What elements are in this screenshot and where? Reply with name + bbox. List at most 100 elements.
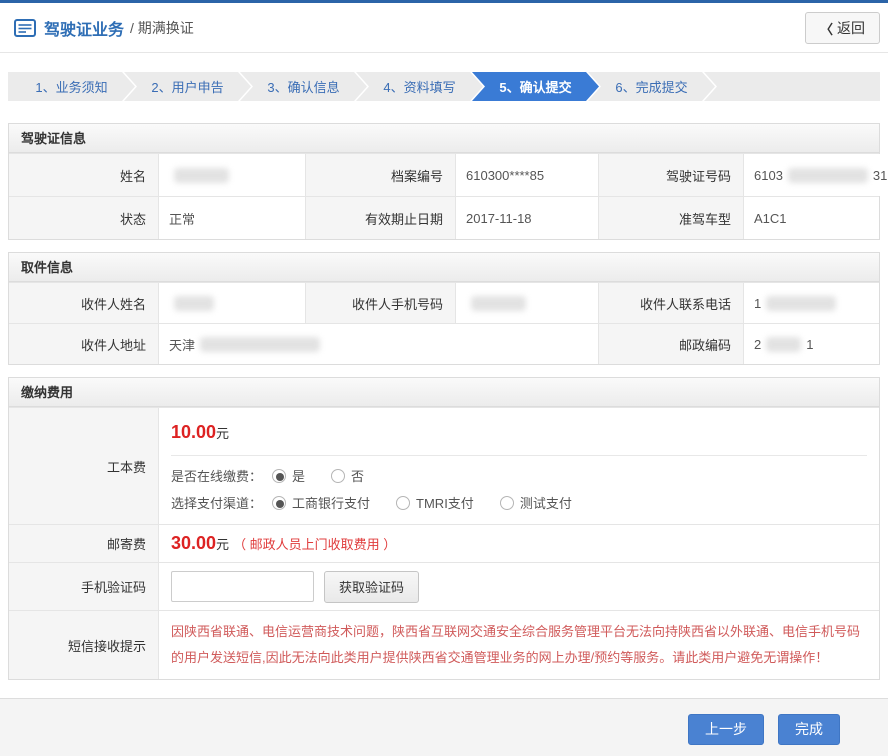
file-no-value: 610300****85 — [456, 154, 599, 196]
step-2-user-declaration[interactable]: 2、用户申告 — [124, 72, 251, 101]
license-no-value: 6103 3163X — [744, 154, 888, 196]
card-fee-row: 工本费 10.00元 是否在线缴费： 是 否 — [9, 407, 879, 524]
finish-button[interactable]: 完成 — [778, 714, 840, 745]
license-info-section: 驾驶证信息 姓名 档案编号 610300****85 驾驶证号码 6103 31… — [8, 123, 880, 240]
sms-code-cell: 获取验证码 — [159, 563, 879, 610]
page-title: 驾驶证业务 — [44, 16, 124, 40]
step-bar-filler — [704, 72, 880, 101]
license-info-row-1: 姓名 档案编号 610300****85 驾驶证号码 6103 3163X — [9, 153, 879, 196]
step-3-confirm-info[interactable]: 3、确认信息 — [240, 72, 367, 101]
page-header: 驾驶证业务 / 期满换证 〈 返回 — [0, 3, 888, 53]
status-value: 正常 — [159, 197, 306, 239]
license-info-row-2: 状态 正常 有效期止日期 2017-11-18 准驾车型 A1C1 — [9, 196, 879, 239]
recipient-phone-value: 1 — [744, 283, 879, 323]
sms-tip-text: 因陕西省联通、电信运营商技术问题，陕西省互联网交通安全综合服务管理平台无法向持陕… — [159, 611, 879, 679]
card-fee-unit: 元 — [216, 426, 229, 441]
license-no-suffix: 3163X — [873, 168, 888, 183]
name-value — [159, 154, 306, 196]
redacted-recipient-address — [200, 337, 320, 352]
pickup-info-row-1: 收件人姓名 收件人手机号码 收件人联系电话 1 — [9, 282, 879, 323]
sms-code-row: 手机验证码 获取验证码 — [9, 562, 879, 610]
previous-step-button[interactable]: 上一步 — [688, 714, 764, 745]
online-pay-no-label: 否 — [351, 466, 364, 485]
step-1-business-notice[interactable]: 1、业务须知 — [8, 72, 135, 101]
expiry-label: 有效期止日期 — [306, 197, 456, 239]
redacted-license-no — [788, 168, 868, 183]
license-no-prefix: 6103 — [754, 168, 783, 183]
online-pay-line: 是否在线缴费： 是 否 — [171, 466, 867, 485]
step-4-fill-data[interactable]: 4、资料填写 — [356, 72, 483, 101]
online-pay-option-yes[interactable]: 是 — [272, 466, 305, 485]
recipient-name-label: 收件人姓名 — [9, 283, 159, 323]
payment-title: 缴纳费用 — [9, 378, 879, 407]
expiry-value: 2017-11-18 — [456, 197, 599, 239]
mail-fee-note: （ 邮政人员上门收取费用 ） — [233, 534, 396, 553]
back-button[interactable]: 〈 返回 — [805, 12, 880, 44]
online-pay-label: 是否在线缴费： — [171, 466, 262, 485]
sms-code-label: 手机验证码 — [9, 563, 159, 610]
postal-code-value: 2 1 — [744, 324, 879, 364]
page-subtitle: / 期满换证 — [130, 18, 194, 38]
channel-test-label: 测试支付 — [520, 493, 572, 512]
postal-code-prefix: 2 — [754, 337, 761, 352]
channel-tmri-label: TMRI支付 — [416, 493, 474, 512]
vehicle-class-label: 准驾车型 — [599, 197, 744, 239]
recipient-phone-prefix: 1 — [754, 296, 761, 311]
redacted-recipient-name — [174, 296, 214, 311]
radio-unselected-icon — [396, 496, 410, 510]
mail-fee-amount: 30.00 — [171, 533, 216, 554]
online-pay-option-no[interactable]: 否 — [331, 466, 364, 485]
card-fee-amount: 10.00 — [171, 422, 216, 442]
recipient-address-label: 收件人地址 — [9, 324, 159, 364]
sms-tip-row: 短信接收提示 因陕西省联通、电信运营商技术问题，陕西省互联网交通安全综合服务管理… — [9, 610, 879, 679]
pickup-info-title: 取件信息 — [9, 253, 879, 282]
recipient-address-prefix: 天津 — [169, 335, 195, 354]
card-fee-label: 工本费 — [9, 408, 159, 524]
radio-unselected-icon — [331, 469, 345, 483]
mail-fee-label: 邮寄费 — [9, 525, 159, 562]
mail-fee-row: 邮寄费 30.00元 （ 邮政人员上门收取费用 ） — [9, 524, 879, 562]
pay-channel-label: 选择支付渠道： — [171, 493, 262, 512]
channel-option-tmri[interactable]: TMRI支付 — [396, 493, 474, 512]
recipient-mobile-label: 收件人手机号码 — [306, 283, 456, 323]
file-no-label: 档案编号 — [306, 154, 456, 196]
postal-code-label: 邮政编码 — [599, 324, 744, 364]
pay-channel-line: 选择支付渠道： 工商银行支付 TMRI支付 测试支付 — [171, 493, 867, 512]
mail-fee-unit: 元 — [216, 534, 229, 553]
back-arrow-icon: 〈 — [820, 19, 833, 38]
pickup-info-section: 取件信息 收件人姓名 收件人手机号码 收件人联系电话 1 收件人地址 天津 邮政… — [8, 252, 880, 365]
license-info-title: 驾驶证信息 — [9, 124, 879, 153]
sms-tip-label: 短信接收提示 — [9, 611, 159, 679]
step-6-finish-submit[interactable]: 6、完成提交 — [588, 72, 715, 101]
recipient-mobile-value — [456, 283, 599, 323]
radio-selected-icon — [272, 469, 286, 483]
redacted-name — [174, 168, 229, 183]
get-sms-code-button[interactable]: 获取验证码 — [324, 571, 419, 603]
channel-option-test[interactable]: 测试支付 — [500, 493, 572, 512]
footer-action-bar: 上一步 完成 — [0, 698, 888, 756]
redacted-recipient-phone — [766, 296, 836, 311]
channel-icbc-label: 工商银行支付 — [292, 493, 370, 512]
license-form-icon — [14, 19, 36, 37]
recipient-address-value: 天津 — [159, 324, 599, 364]
step-5-confirm-submit[interactable]: 5、确认提交 — [472, 72, 599, 101]
redacted-postal-code — [766, 337, 801, 352]
status-label: 状态 — [9, 197, 159, 239]
name-label: 姓名 — [9, 154, 159, 196]
mail-fee-value: 30.00元 （ 邮政人员上门收取费用 ） — [159, 525, 879, 562]
postal-code-suffix: 1 — [806, 337, 813, 352]
recipient-phone-label: 收件人联系电话 — [599, 283, 744, 323]
back-button-label: 返回 — [837, 18, 865, 38]
recipient-name-value — [159, 283, 306, 323]
vehicle-class-value: A1C1 — [744, 197, 879, 239]
radio-selected-icon — [272, 496, 286, 510]
payment-section: 缴纳费用 工本费 10.00元 是否在线缴费： 是 — [8, 377, 880, 680]
redacted-recipient-mobile — [471, 296, 526, 311]
step-breadcrumb: 1、业务须知 2、用户申告 3、确认信息 4、资料填写 5、确认提交 6、完成提… — [8, 72, 880, 101]
online-pay-yes-label: 是 — [292, 466, 305, 485]
sms-code-input[interactable] — [171, 571, 314, 602]
card-fee-value: 10.00元 是否在线缴费： 是 否 — [159, 408, 879, 524]
channel-option-icbc[interactable]: 工商银行支付 — [272, 493, 370, 512]
radio-unselected-icon — [500, 496, 514, 510]
license-no-label: 驾驶证号码 — [599, 154, 744, 196]
